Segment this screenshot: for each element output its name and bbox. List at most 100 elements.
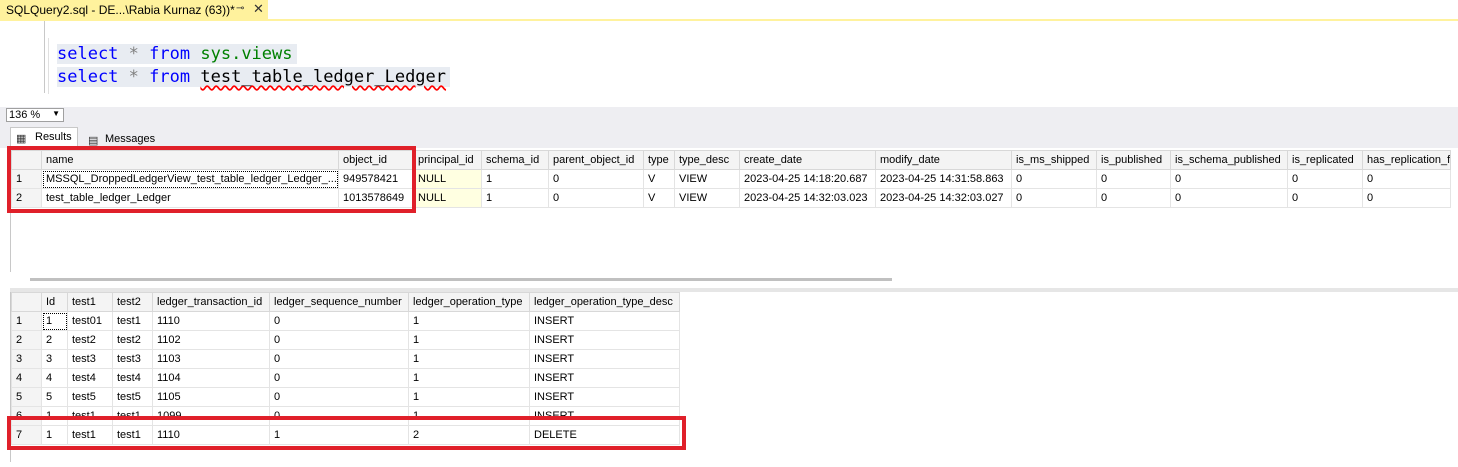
column-header[interactable]: type_desc <box>674 150 740 170</box>
results-grid-2[interactable]: Id test1 test2 ledger_transaction_id led… <box>11 292 680 426</box>
table-cell[interactable]: test01 <box>67 311 113 331</box>
table-cell[interactable]: test1 <box>112 311 153 331</box>
zoom-dropdown[interactable]: 136 % ▼ <box>6 108 64 122</box>
scrollbar-thumb[interactable] <box>30 278 892 281</box>
table-cell[interactable]: 1 <box>481 169 549 189</box>
column-header[interactable]: test1 <box>67 292 113 312</box>
table-cell[interactable]: 0 <box>1170 188 1288 208</box>
column-header[interactable]: has_replication_f <box>1361 150 1452 170</box>
table-cell[interactable]: test5 <box>112 387 153 407</box>
table-cell[interactable]: 0 <box>269 311 409 331</box>
query-editor[interactable] <box>0 21 1458 107</box>
table-cell[interactable]: 1102 <box>152 330 270 350</box>
column-header[interactable]: is_ms_shipped <box>1011 150 1097 170</box>
table-cell[interactable]: 1 <box>41 311 68 331</box>
column-header[interactable]: ledger_sequence_number <box>269 292 409 312</box>
column-header[interactable]: parent_object_id <box>548 150 644 170</box>
column-header[interactable]: create_date <box>739 150 876 170</box>
table-cell[interactable]: 0 <box>1011 169 1097 189</box>
table-cell[interactable]: test3 <box>67 349 113 369</box>
table-cell[interactable]: 0 <box>1361 169 1452 189</box>
column-header[interactable]: is_replicated <box>1287 150 1363 170</box>
column-header[interactable]: ledger_transaction_id <box>152 292 270 312</box>
table-cell[interactable]: 0 <box>269 387 409 407</box>
column-header[interactable]: ledger_operation_type_desc <box>529 292 680 312</box>
table-cell[interactable]: 2023-04-25 14:32:03.023 <box>739 188 876 208</box>
table-cell[interactable]: 1 <box>481 188 549 208</box>
table-cell[interactable]: 5 <box>41 387 68 407</box>
table-cell[interactable]: NULL <box>413 169 482 189</box>
table-cell[interactable]: 0 <box>1287 188 1363 208</box>
table-row[interactable]: 1 1 test01 test1 1110 0 1 INSERT <box>11 311 680 331</box>
table-cell[interactable]: INSERT <box>529 387 680 407</box>
table-cell[interactable]: test2 <box>67 330 113 350</box>
table-cell[interactable]: test3 <box>112 349 153 369</box>
table-cell[interactable]: 1 <box>408 311 530 331</box>
table-cell[interactable]: test4 <box>67 368 113 388</box>
table-cell[interactable]: 1104 <box>152 368 270 388</box>
column-header[interactable]: schema_id <box>481 150 549 170</box>
table-cell[interactable]: 1 <box>408 387 530 407</box>
row-number[interactable]: 3 <box>11 349 42 369</box>
table-cell[interactable]: 0 <box>269 368 409 388</box>
column-header[interactable]: modify_date <box>875 150 1012 170</box>
column-header[interactable]: type <box>643 150 675 170</box>
table-cell[interactable]: 1 <box>408 349 530 369</box>
table-cell[interactable]: 2023-04-25 14:31:58.863 <box>875 169 1012 189</box>
pin-icon[interactable]: ⊸ <box>236 3 244 14</box>
table-cell[interactable]: 0 <box>269 330 409 350</box>
column-header[interactable]: is_published <box>1096 150 1171 170</box>
column-header[interactable] <box>11 292 42 312</box>
table-cell[interactable]: 0 <box>1011 188 1097 208</box>
table-cell[interactable]: 2023-04-25 14:32:03.027 <box>875 188 1012 208</box>
document-tab-title[interactable]: SQLQuery2.sql - DE...\Rabia Kurnaz (63))… <box>6 3 235 17</box>
column-header[interactable]: principal_id <box>413 150 482 170</box>
table-cell[interactable]: test2 <box>112 330 153 350</box>
code-line-1[interactable]: select * from sys.views <box>57 44 297 64</box>
table-cell[interactable]: 0 <box>1287 169 1363 189</box>
table-row[interactable]: 2 2 test2 test2 1102 0 1 INSERT <box>11 330 680 350</box>
table-cell[interactable]: 1105 <box>152 387 270 407</box>
table-cell[interactable]: 3 <box>41 349 68 369</box>
table-cell[interactable]: test5 <box>67 387 113 407</box>
row-number[interactable]: 4 <box>11 368 42 388</box>
table-cell[interactable]: V <box>643 169 675 189</box>
column-header[interactable]: is_schema_published <box>1170 150 1288 170</box>
table-cell[interactable]: VIEW <box>674 169 740 189</box>
code-line-2[interactable]: select * from test_table_ledger_Ledger <box>57 67 451 87</box>
table-cell[interactable]: INSERT <box>529 330 680 350</box>
table-cell[interactable]: 1 <box>408 330 530 350</box>
table-cell[interactable]: 4 <box>41 368 68 388</box>
table-cell[interactable]: 0 <box>1170 169 1288 189</box>
table-cell[interactable]: 1 <box>408 368 530 388</box>
column-header[interactable]: ledger_operation_type <box>408 292 530 312</box>
table-cell[interactable]: 2 <box>41 330 68 350</box>
table-cell[interactable]: INSERT <box>529 311 680 331</box>
table-cell[interactable]: VIEW <box>674 188 740 208</box>
row-number[interactable]: 5 <box>11 387 42 407</box>
column-header[interactable]: test2 <box>112 292 153 312</box>
table-cell[interactable]: 0 <box>269 349 409 369</box>
table-cell[interactable]: 0 <box>1096 188 1171 208</box>
table-cell[interactable]: test4 <box>112 368 153 388</box>
table-cell[interactable]: 2023-04-25 14:18:20.687 <box>739 169 876 189</box>
row-number[interactable]: 2 <box>11 330 42 350</box>
table-cell[interactable]: NULL <box>413 188 482 208</box>
table-cell[interactable]: 0 <box>1096 169 1171 189</box>
table-cell[interactable]: INSERT <box>529 349 680 369</box>
table-row[interactable]: 4 4 test4 test4 1104 0 1 INSERT <box>11 368 680 388</box>
table-cell[interactable]: 1110 <box>152 311 270 331</box>
row-number[interactable]: 1 <box>11 311 42 331</box>
grid-header-row: Id test1 test2 ledger_transaction_id led… <box>11 292 680 312</box>
column-header[interactable]: Id <box>41 292 68 312</box>
tab-results[interactable]: ▦ Results <box>10 127 78 148</box>
close-icon[interactable]: ✕ <box>253 1 264 17</box>
table-cell[interactable]: 0 <box>548 169 644 189</box>
table-cell[interactable]: V <box>643 188 675 208</box>
table-row[interactable]: 3 3 test3 test3 1103 0 1 INSERT <box>11 349 680 369</box>
table-cell[interactable]: 0 <box>548 188 644 208</box>
table-cell[interactable]: 0 <box>1361 188 1452 208</box>
table-row[interactable]: 5 5 test5 test5 1105 0 1 INSERT <box>11 387 680 407</box>
table-cell[interactable]: 1103 <box>152 349 270 369</box>
table-cell[interactable]: INSERT <box>529 368 680 388</box>
